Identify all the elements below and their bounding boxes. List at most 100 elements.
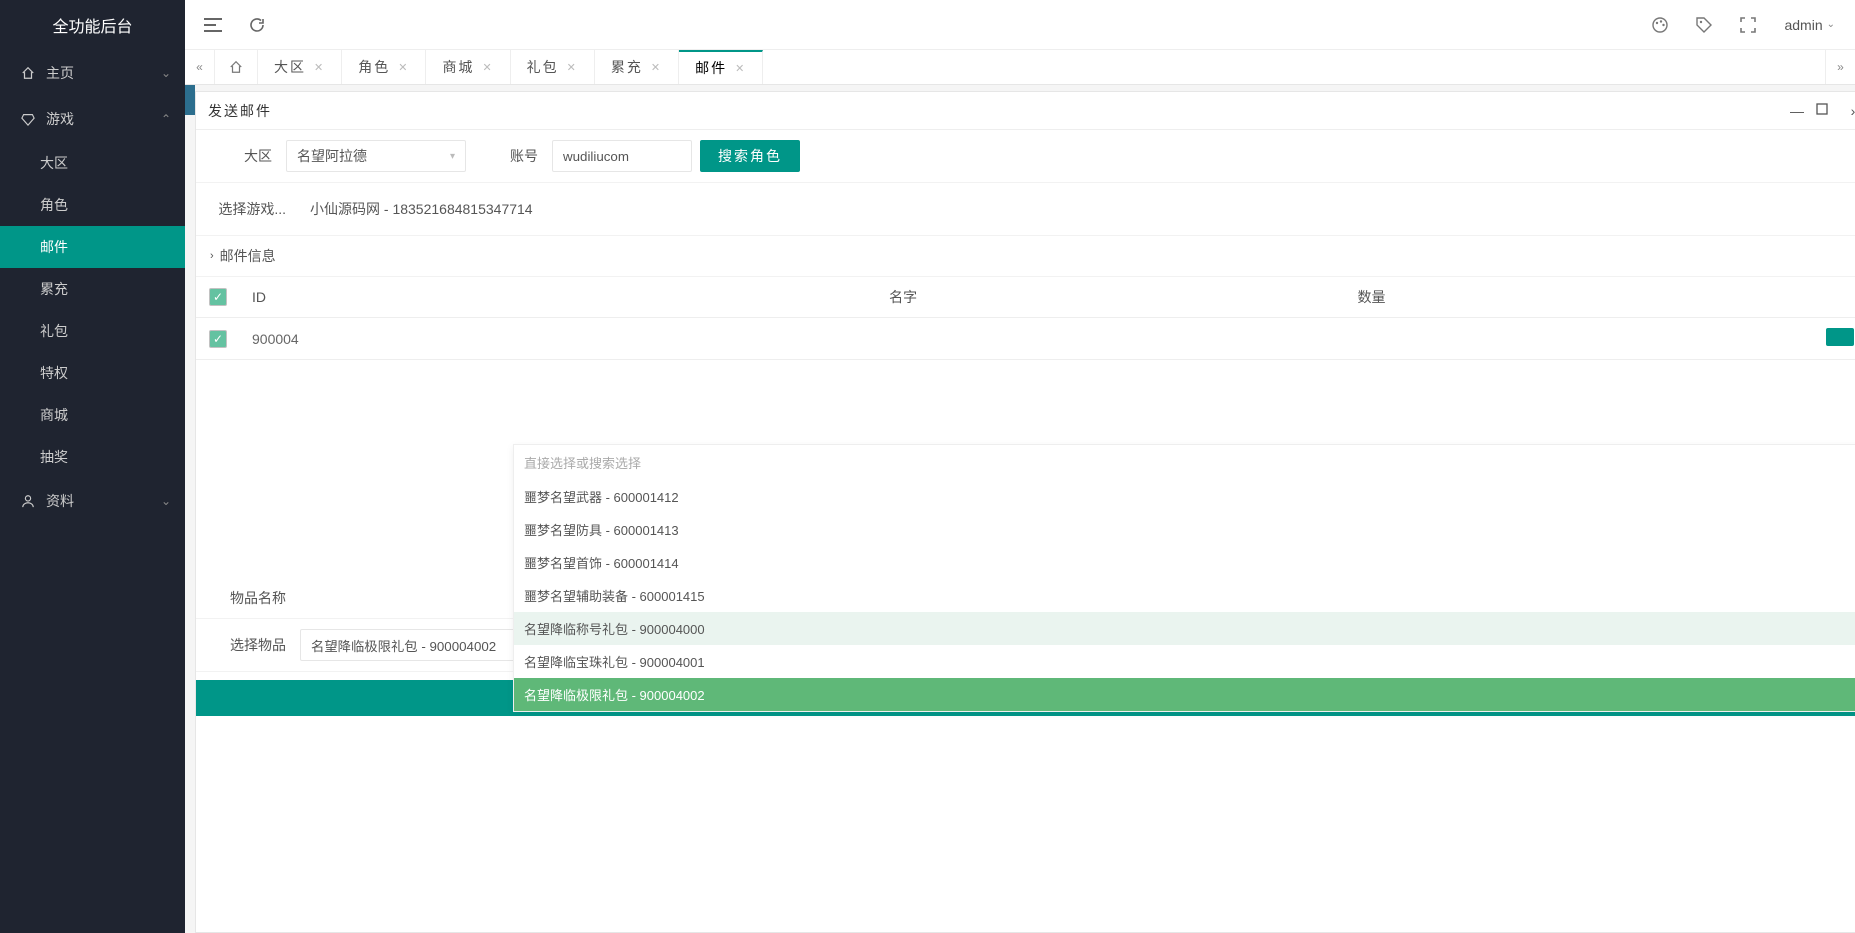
select-item-label: 选择物品 [208, 635, 286, 655]
sidebar-item-游戏[interactable]: 游戏 ⌃ [0, 96, 185, 142]
sidebar-item-label: 特权 [40, 363, 68, 383]
tabs-next-button[interactable]: » [1825, 50, 1855, 84]
table-row: ✓ 900004 [196, 318, 1855, 360]
tab-邮件[interactable]: 邮件 ✕ [679, 50, 763, 84]
select-role-label: 选择游戏... [208, 199, 286, 219]
close-icon[interactable]: ✕ [651, 61, 662, 74]
panel: 发送邮件 — › 大区 名望阿拉德 ▾ [195, 91, 1855, 933]
sidebar-item-资料[interactable]: 资料 ⌄ [0, 478, 185, 524]
sidebar-item-邮件[interactable]: 邮件 [0, 226, 185, 268]
th-qty: 数量 [1346, 277, 1814, 318]
sidebar-item-礼包[interactable]: 礼包 [0, 310, 185, 352]
account-label: 账号 [474, 146, 538, 166]
tabs: « 大区✕ 角色 ✕ 商城 ✕ 礼包 ✕ 累充 ✕ 邮件 ✕ » [185, 50, 1855, 85]
note-button[interactable] [1684, 5, 1724, 45]
chevron-down-icon: ⌄ [1827, 19, 1835, 30]
close-icon[interactable]: ✕ [314, 61, 325, 74]
home-icon [229, 60, 243, 74]
cell-id: 900004 [240, 318, 877, 360]
tab-label: 商城 [442, 57, 474, 77]
sidebar-item-特权[interactable]: 特权 [0, 352, 185, 394]
checkbox[interactable]: ✓ [209, 330, 227, 348]
sidebar-item-label: 游戏 [46, 109, 74, 129]
th-id: ID [240, 277, 877, 318]
tab-商城[interactable]: 商城 ✕ [426, 50, 510, 84]
content: 发送邮件 — › 大区 名望阿拉德 ▾ [185, 85, 1855, 933]
dropdown-option[interactable]: 噩梦名望防具 - 600001413 [514, 513, 1855, 546]
panel-minimize-button[interactable]: — [1788, 103, 1806, 119]
close-icon[interactable]: ✕ [735, 62, 746, 75]
refresh-button[interactable] [237, 5, 277, 45]
collapse-mail-info[interactable]: › 邮件信息 [196, 236, 1855, 277]
expand-icon [1740, 17, 1756, 33]
form-row-role: 选择游戏... 小仙源码网 - 183521684815347714 [196, 183, 1855, 236]
sidebar-item-主页[interactable]: 主页⌄ [0, 50, 185, 96]
checkbox-all[interactable]: ✓ [209, 288, 227, 306]
dropdown-option[interactable]: 名望降临极限礼包 - 900004002 [514, 678, 1855, 711]
close-icon[interactable]: ✕ [567, 61, 578, 74]
item-name-label: 物品名称 [208, 588, 286, 608]
dropdown-option[interactable]: 名望降临宝珠礼包 - 900004001 [514, 645, 1855, 678]
dropdown-option[interactable]: 噩梦名望首饰 - 600001414 [514, 546, 1855, 579]
refresh-icon [249, 17, 265, 33]
form-row-region: 大区 名望阿拉德 ▾ 账号 搜索角色 [196, 130, 1855, 183]
dropdown-option[interactable]: 名望降临称号礼包 - 900004000 [514, 612, 1855, 645]
tag-icon [1695, 16, 1713, 34]
dropdown-option[interactable]: 噩梦名望武器 - 600001412 [514, 480, 1855, 513]
tab-礼包[interactable]: 礼包 ✕ [511, 50, 595, 84]
sidebar-item-抽奖[interactable]: 抽奖 [0, 436, 185, 478]
user-menu[interactable]: admin ⌄ [1772, 5, 1847, 45]
topbar: admin ⌄ [185, 0, 1855, 50]
region-select[interactable]: 名望阿拉德 ▾ [286, 140, 466, 172]
main: admin ⌄ « 大区✕角色✕商城✕礼包✕累充✕邮件✕ » 发送邮件 — [185, 0, 1855, 933]
sidebar-item-商城[interactable]: 商城 [0, 394, 185, 436]
chevron-down-icon: ▾ [450, 151, 455, 162]
tabs-prev-button[interactable]: « [185, 50, 215, 84]
home-icon [20, 66, 36, 80]
tab-label: 礼包 [527, 57, 559, 77]
tab-label: 角色 [358, 57, 390, 77]
sidebar-item-label: 主页 [46, 63, 74, 83]
chevron-down-icon: ⌄ [161, 494, 171, 508]
close-icon[interactable]: ✕ [482, 61, 493, 74]
iframe-marker [185, 85, 195, 115]
tab-label: 邮件 [695, 58, 727, 78]
tab-大区[interactable]: 大区✕ [258, 50, 342, 84]
panel-maximize-button[interactable] [1816, 103, 1834, 119]
maximize-icon [1816, 103, 1828, 115]
tab-累充[interactable]: 累充 ✕ [595, 50, 679, 84]
search-role-button[interactable]: 搜索角色 [700, 140, 800, 172]
account-input[interactable] [552, 140, 692, 172]
menu-icon [204, 18, 222, 32]
sidebar-item-累充[interactable]: 累充 [0, 268, 185, 310]
panel-title: 发送邮件 [208, 101, 1788, 121]
palette-icon [1651, 16, 1669, 34]
tab-label: 累充 [611, 57, 643, 77]
sidebar-item-label: 角色 [40, 195, 68, 215]
theme-button[interactable] [1640, 5, 1680, 45]
user-name: admin [1784, 17, 1822, 33]
tab-home[interactable] [215, 50, 258, 84]
tab-角色[interactable]: 角色 ✕ [342, 50, 426, 84]
panel-next-button[interactable]: › [1844, 103, 1855, 119]
sidebar-item-label: 资料 [46, 491, 74, 511]
chevron-up-icon: ⌃ [161, 112, 171, 126]
sidebar-item-label: 商城 [40, 405, 68, 425]
sidebar-item-label: 抽奖 [40, 447, 68, 467]
collapse-title: 邮件信息 [220, 246, 276, 266]
cell-qty [1346, 318, 1814, 360]
sidebar-item-label: 礼包 [40, 321, 68, 341]
row-action-button[interactable] [1826, 328, 1854, 346]
fullscreen-button[interactable] [1728, 5, 1768, 45]
menu-toggle-button[interactable] [193, 5, 233, 45]
cell-name [877, 318, 1345, 360]
panel-header: 发送邮件 — › [196, 92, 1855, 130]
user-icon [20, 494, 36, 508]
sidebar-item-角色[interactable]: 角色 [0, 184, 185, 226]
region-label: 大区 [208, 146, 272, 166]
close-icon[interactable]: ✕ [398, 61, 409, 74]
sidebar-item-label: 邮件 [40, 237, 68, 257]
sidebar-item-label: 累充 [40, 279, 68, 299]
dropdown-option[interactable]: 噩梦名望辅助装备 - 600001415 [514, 579, 1855, 612]
sidebar-item-大区[interactable]: 大区 [0, 142, 185, 184]
